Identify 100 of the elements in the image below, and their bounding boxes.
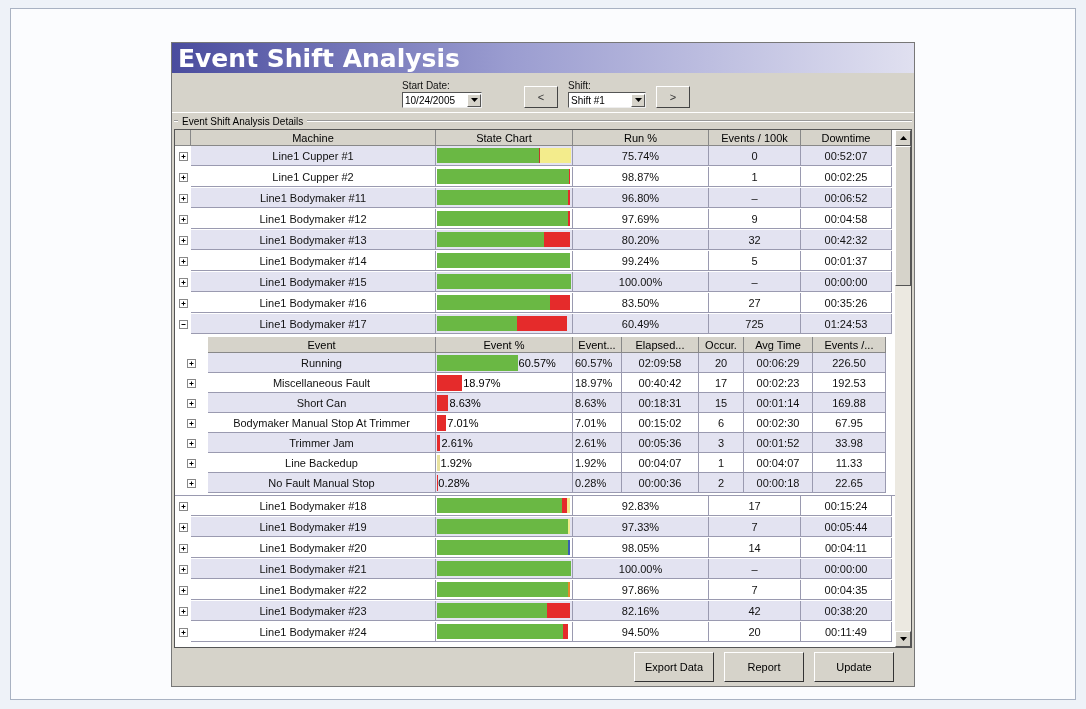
event-percent: 8.63% bbox=[449, 396, 481, 409]
table-cell: 169.88 bbox=[813, 393, 886, 413]
machine-cell: Line1 Bodymaker #16 bbox=[191, 293, 436, 313]
action-button[interactable]: Report bbox=[724, 652, 804, 682]
column-header[interactable]: State Chart bbox=[436, 130, 573, 146]
action-button[interactable]: Export Data bbox=[634, 652, 714, 682]
table-cell: 20 bbox=[709, 622, 801, 642]
table-cell: 00:00:36 bbox=[622, 473, 699, 493]
expand-icon[interactable] bbox=[178, 586, 188, 595]
date-dropdown[interactable]: 10/24/2005 bbox=[402, 92, 482, 108]
previous-button[interactable]: < bbox=[524, 86, 558, 108]
column-header[interactable]: Events /... bbox=[813, 337, 886, 353]
event-percent: 7.01% bbox=[447, 416, 479, 429]
table-cell: 00:02:23 bbox=[744, 373, 813, 393]
table-cell: – bbox=[709, 559, 801, 579]
expand-icon[interactable] bbox=[187, 478, 196, 488]
table-cell: 725 bbox=[709, 314, 801, 334]
start-date-label: Start Date: bbox=[402, 80, 451, 91]
table-cell: 0.28% bbox=[573, 473, 622, 493]
table-cell: 96.80% bbox=[573, 188, 709, 208]
table-cell: 14 bbox=[709, 538, 801, 558]
table-cell: – bbox=[709, 188, 801, 208]
expand-icon[interactable] bbox=[187, 458, 196, 468]
expand-icon[interactable] bbox=[178, 523, 188, 532]
expand-icon[interactable] bbox=[187, 378, 196, 388]
table-cell: 98.87% bbox=[573, 167, 709, 187]
table-cell: 97.69% bbox=[573, 209, 709, 229]
expand-icon[interactable] bbox=[187, 418, 196, 428]
event-cell: No Fault Manual Stop bbox=[208, 473, 436, 493]
column-header[interactable]: Machine bbox=[191, 130, 436, 146]
expand-icon[interactable] bbox=[178, 236, 188, 245]
table-cell: 99.24% bbox=[573, 251, 709, 271]
table-cell: 00:42:32 bbox=[801, 230, 892, 250]
table-cell: 1 bbox=[709, 167, 801, 187]
next-button[interactable]: > bbox=[656, 86, 690, 108]
scrollbar[interactable] bbox=[895, 130, 911, 647]
machine-cell: Line1 Cupper #2 bbox=[191, 167, 436, 187]
expand-icon[interactable] bbox=[187, 358, 196, 368]
table-cell: 2 bbox=[699, 473, 744, 493]
expand-icon[interactable] bbox=[178, 257, 188, 266]
column-header[interactable]: Run % bbox=[573, 130, 709, 146]
table-cell: 00:04:35 bbox=[801, 580, 892, 600]
column-header[interactable]: Events / 100k bbox=[709, 130, 801, 146]
expand-icon[interactable] bbox=[178, 152, 188, 161]
table-cell: 00:04:11 bbox=[801, 538, 892, 558]
column-header[interactable]: Downtime bbox=[801, 130, 892, 146]
expand-icon[interactable] bbox=[178, 194, 188, 203]
expand-icon[interactable] bbox=[178, 565, 188, 574]
expand-icon[interactable] bbox=[178, 628, 188, 637]
expand-icon[interactable] bbox=[187, 438, 196, 448]
expand-icon[interactable] bbox=[178, 299, 188, 308]
table-cell: 00:02:30 bbox=[744, 413, 813, 433]
table-cell: 00:06:29 bbox=[744, 353, 813, 373]
table-cell: 226.50 bbox=[813, 353, 886, 373]
table-cell: 97.86% bbox=[573, 580, 709, 600]
expand-icon[interactable] bbox=[178, 215, 188, 224]
table-cell: 9 bbox=[709, 209, 801, 229]
caret-icon bbox=[470, 98, 478, 102]
table-cell: 7.01% bbox=[573, 413, 622, 433]
machine-cell: Line1 Bodymaker #15 bbox=[191, 272, 436, 292]
machine-cell: Line1 Bodymaker #18 bbox=[191, 496, 436, 516]
machine-cell: Line1 Bodymaker #22 bbox=[191, 580, 436, 600]
table-cell: 83.50% bbox=[573, 293, 709, 313]
table-cell: 98.05% bbox=[573, 538, 709, 558]
table-cell: 94.50% bbox=[573, 622, 709, 642]
expand-icon[interactable] bbox=[178, 502, 188, 511]
table-cell: 0 bbox=[709, 146, 801, 166]
expand-icon[interactable] bbox=[178, 544, 188, 553]
shift-dropdown[interactable]: Shift #1 bbox=[568, 92, 646, 108]
table-cell: 27 bbox=[709, 293, 801, 313]
event-percent: 18.97% bbox=[463, 376, 501, 389]
event-cell: Short Can bbox=[208, 393, 436, 413]
column-header[interactable]: Event... bbox=[573, 337, 622, 353]
machine-cell: Line1 Bodymaker #11 bbox=[191, 188, 436, 208]
event-cell: Trimmer Jam bbox=[208, 433, 436, 453]
column-header[interactable]: Elapsed... bbox=[622, 337, 699, 353]
table-cell: 00:18:31 bbox=[622, 393, 699, 413]
machine-cell: Line1 Bodymaker #24 bbox=[191, 622, 436, 642]
expand-icon[interactable] bbox=[187, 398, 196, 408]
expand-icon[interactable] bbox=[178, 173, 188, 182]
table-cell: 11.33 bbox=[813, 453, 886, 473]
event-cell: Running bbox=[208, 353, 436, 373]
table-cell: 6 bbox=[699, 413, 744, 433]
table-cell: 15 bbox=[699, 393, 744, 413]
event-cell: Bodymaker Manual Stop At Trimmer bbox=[208, 413, 436, 433]
column-header[interactable]: Event bbox=[208, 337, 436, 353]
column-header[interactable]: Avg Time bbox=[744, 337, 813, 353]
table-cell: 33.98 bbox=[813, 433, 886, 453]
table-cell: 67.95 bbox=[813, 413, 886, 433]
collapse-icon[interactable] bbox=[178, 320, 188, 329]
table-cell: 82.16% bbox=[573, 601, 709, 621]
column-header[interactable]: Event % bbox=[436, 337, 573, 353]
expand-icon[interactable] bbox=[178, 278, 188, 287]
column-header[interactable]: Occur. bbox=[699, 337, 744, 353]
table-cell: 1.92% bbox=[573, 453, 622, 473]
action-button[interactable]: Update bbox=[814, 652, 894, 682]
table-cell: 00:04:07 bbox=[622, 453, 699, 473]
table-cell: 00:01:14 bbox=[744, 393, 813, 413]
expand-icon[interactable] bbox=[178, 607, 188, 616]
table-cell: 20 bbox=[699, 353, 744, 373]
